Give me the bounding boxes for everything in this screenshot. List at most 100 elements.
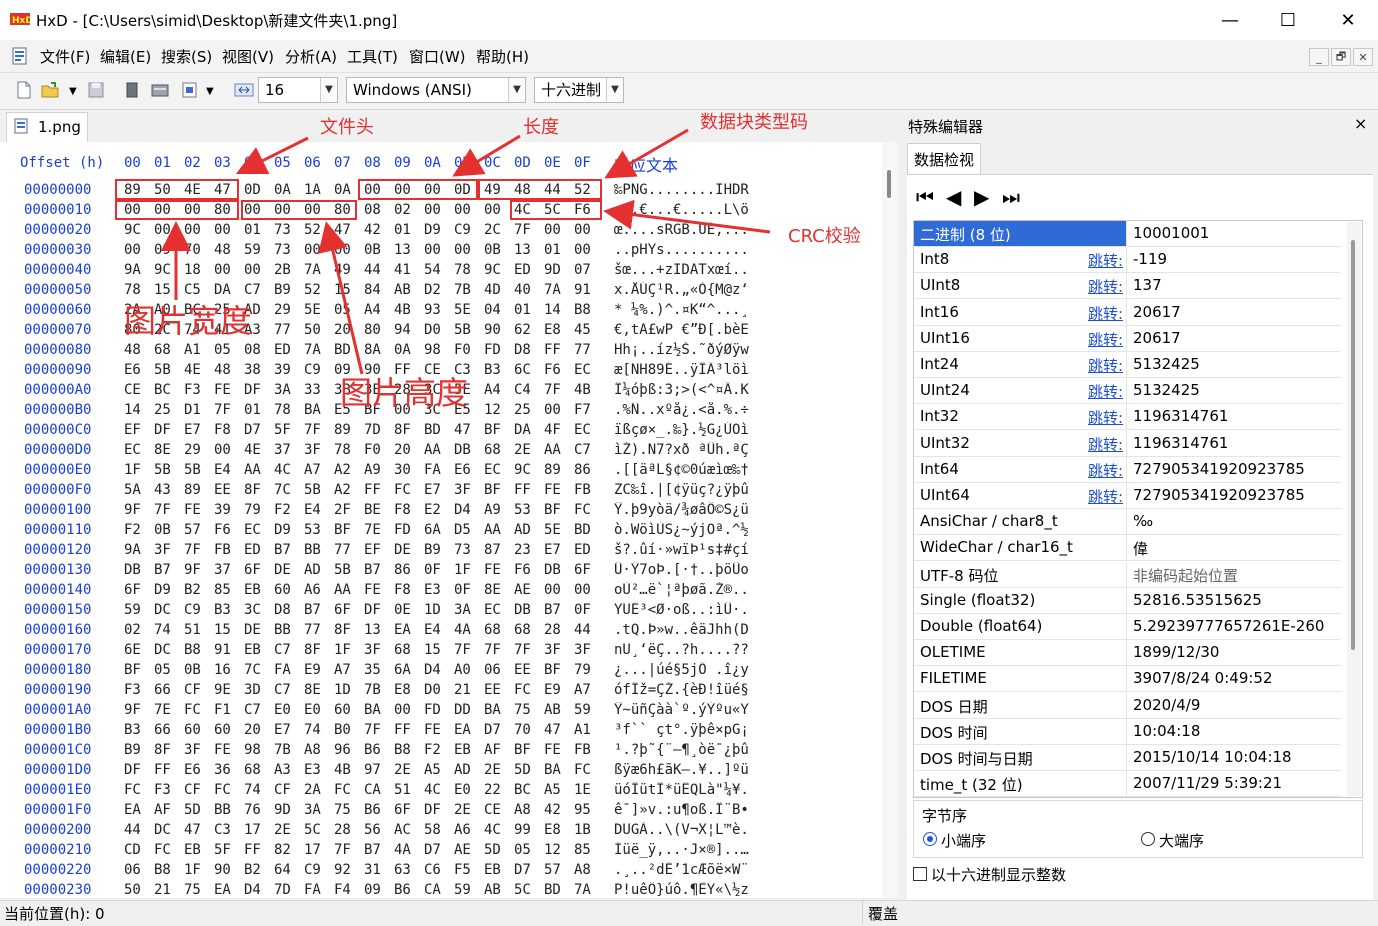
inspector-value[interactable]: 2015/10/14 10:04:18 (1133, 748, 1292, 766)
column-divider (1126, 561, 1127, 588)
inspector-type-name: Int64 (920, 459, 959, 478)
byte-order-label: 字节序 (922, 807, 968, 825)
inspector-row[interactable]: DOS 时间 10:04:18 (914, 718, 1341, 745)
inspector-value[interactable]: 2020/4/9 (1133, 696, 1200, 714)
inspector-value[interactable]: 137 (1133, 276, 1162, 294)
inspector-type-name: UTF-8 码位 (920, 566, 999, 585)
last-icon[interactable]: ⏭ (1002, 185, 1020, 209)
inspector-type-name: OLETIME (920, 643, 986, 662)
annotation-file-header: 文件头 (320, 117, 374, 138)
inspector-value[interactable]: 20617 (1133, 303, 1181, 321)
inspector-value[interactable]: 2007/11/29 5:39:21 (1133, 774, 1282, 792)
big-endian-label[interactable]: 大端序 (1159, 830, 1204, 851)
inspector-row[interactable]: Double (float64) 5.29239777657261E-260 (914, 614, 1341, 640)
hex-integers-label[interactable]: 以十六进制显示整数 (931, 864, 1066, 885)
inspector-row[interactable]: UInt32 跳转: 1196314761 (914, 430, 1341, 457)
inspector-row[interactable]: Int8 跳转: -119 (914, 247, 1341, 274)
inspector-row[interactable]: OLETIME 1899/12/30 (914, 640, 1341, 667)
inspector-value[interactable]: 10001001 (1133, 224, 1209, 242)
jump-link[interactable]: 跳转: (1088, 486, 1123, 507)
inspector-row[interactable]: UInt16 跳转: 20617 (914, 325, 1341, 352)
inspector-row[interactable]: FILETIME 3907/8/24 0:49:52 (914, 666, 1341, 693)
grid-scrollbar-thumb[interactable] (1351, 240, 1355, 650)
big-endian-radio[interactable] (1141, 832, 1155, 846)
inspector-value[interactable]: -119 (1133, 250, 1167, 268)
tab-data-inspector-label: 数据检视 (914, 151, 975, 169)
column-divider (1126, 299, 1127, 326)
inspector-row[interactable]: UInt64 跳转: 727905341920923785 (914, 483, 1341, 509)
column-divider (1126, 404, 1127, 431)
jump-link[interactable]: 跳转: (1088, 407, 1123, 428)
inspector-row[interactable]: Single (float32) 52816.53515625 (914, 587, 1341, 614)
column-divider (1126, 483, 1127, 509)
inspector-value[interactable]: 10:04:18 (1133, 722, 1200, 740)
inspector-value[interactable]: 5.29239777657261E-260 (1133, 617, 1324, 635)
little-endian-label[interactable]: 小端序 (941, 830, 986, 851)
column-divider (1126, 325, 1127, 352)
inspector-type-name: DOS 日期 (920, 697, 988, 716)
jump-link[interactable]: 跳转: (1088, 434, 1123, 455)
jump-link[interactable]: 跳转: (1088, 355, 1123, 376)
status-bar (0, 900, 1378, 926)
jump-link[interactable]: 跳转: (1088, 303, 1123, 324)
inspector-value[interactable]: 偉 (1133, 538, 1148, 559)
column-divider (1126, 718, 1127, 745)
inspector-row[interactable]: UTF-8 码位 非编码起始位置 (914, 561, 1341, 588)
column-divider (1126, 535, 1127, 562)
status-mode[interactable]: 覆盖 (868, 903, 898, 924)
inspector-value[interactable]: 1196314761 (1133, 434, 1228, 452)
jump-link[interactable]: 跳转: (1088, 460, 1123, 481)
inspector-row[interactable]: time_t (32 位) 2007/11/29 5:39:21 (914, 771, 1341, 797)
inspector-value[interactable]: 727905341920923785 (1133, 460, 1305, 478)
inspector-value[interactable]: 5132425 (1133, 381, 1200, 399)
inspector-type-name: Int16 (920, 302, 959, 321)
inspector-value[interactable]: 1196314761 (1133, 407, 1228, 425)
data-inspector-grid[interactable]: 二进制 (8 位) 10001001 Int8 跳转: -119 UInt8 跳转: 137 I… (913, 220, 1363, 798)
inspector-type-name: UInt8 (920, 276, 961, 295)
annotation-chunk-type: 数据块类型码 (700, 112, 808, 133)
column-divider (1126, 456, 1127, 483)
inspector-value[interactable]: ‰ (1133, 512, 1153, 530)
special-editor-title: 特殊编辑器 (908, 118, 984, 136)
inspector-row[interactable]: UInt8 跳转: 137 (914, 273, 1341, 300)
column-divider (1126, 273, 1127, 300)
jump-link[interactable]: 跳转: (1088, 250, 1123, 271)
jump-link[interactable]: 跳转: (1088, 381, 1123, 402)
jump-link[interactable]: 跳转: (1088, 276, 1123, 297)
inspector-row[interactable]: Int24 跳转: 5132425 (914, 352, 1341, 378)
inspector-row[interactable]: AnsiChar / char8_t ‰ (914, 509, 1341, 536)
inspector-row[interactable]: Int16 跳转: 20617 (914, 299, 1341, 326)
inspector-value[interactable]: 1899/12/30 (1133, 643, 1219, 661)
previous-icon[interactable]: ◀ (946, 185, 961, 209)
jump-link[interactable]: 跳转: (1088, 329, 1123, 350)
inspector-type-name: Int32 (920, 407, 959, 426)
inspector-row[interactable]: DOS 时间与日期 2015/10/14 10:04:18 (914, 745, 1341, 771)
inspector-type-name: UInt64 (920, 486, 970, 504)
inspector-type-name: DOS 时间与日期 (920, 750, 1033, 768)
column-divider (1126, 352, 1127, 378)
inspector-value[interactable]: 20617 (1133, 329, 1181, 347)
inspector-type-name: UInt32 (920, 433, 970, 452)
inspector-type-name: Double (float64) (920, 617, 1043, 635)
inspector-row[interactable]: Int64 跳转: 727905341920923785 (914, 456, 1341, 483)
inspector-value[interactable]: 3907/8/24 0:49:52 (1133, 669, 1273, 687)
inspector-row[interactable]: Int32 跳转: 1196314761 (914, 404, 1341, 431)
inspector-row[interactable]: 二进制 (8 位) 10001001 (914, 221, 1341, 247)
inspector-row[interactable]: UInt24 跳转: 5132425 (914, 378, 1341, 405)
column-divider (1126, 771, 1127, 797)
inspector-value[interactable]: 非编码起始位置 (1133, 565, 1238, 586)
inspector-type-name: UInt24 (920, 381, 970, 400)
next-icon[interactable]: ▶ (974, 185, 989, 209)
hex-integers-checkbox[interactable] (913, 867, 927, 881)
inspector-row[interactable]: DOS 日期 2020/4/9 (914, 692, 1341, 719)
column-divider (1126, 692, 1127, 719)
first-icon[interactable]: ⏮ (916, 185, 934, 209)
inspector-value[interactable]: 5132425 (1133, 355, 1200, 373)
column-divider (1126, 430, 1127, 457)
inspector-value[interactable]: 52816.53515625 (1133, 591, 1262, 609)
inspector-row[interactable]: WideChar / char16_t 偉 (914, 535, 1341, 562)
little-endian-radio[interactable] (923, 832, 937, 846)
special-editor-close-button[interactable]: × (1354, 114, 1367, 133)
inspector-value[interactable]: 727905341920923785 (1133, 486, 1305, 504)
inspector-type-name: DOS 时间 (920, 723, 988, 742)
